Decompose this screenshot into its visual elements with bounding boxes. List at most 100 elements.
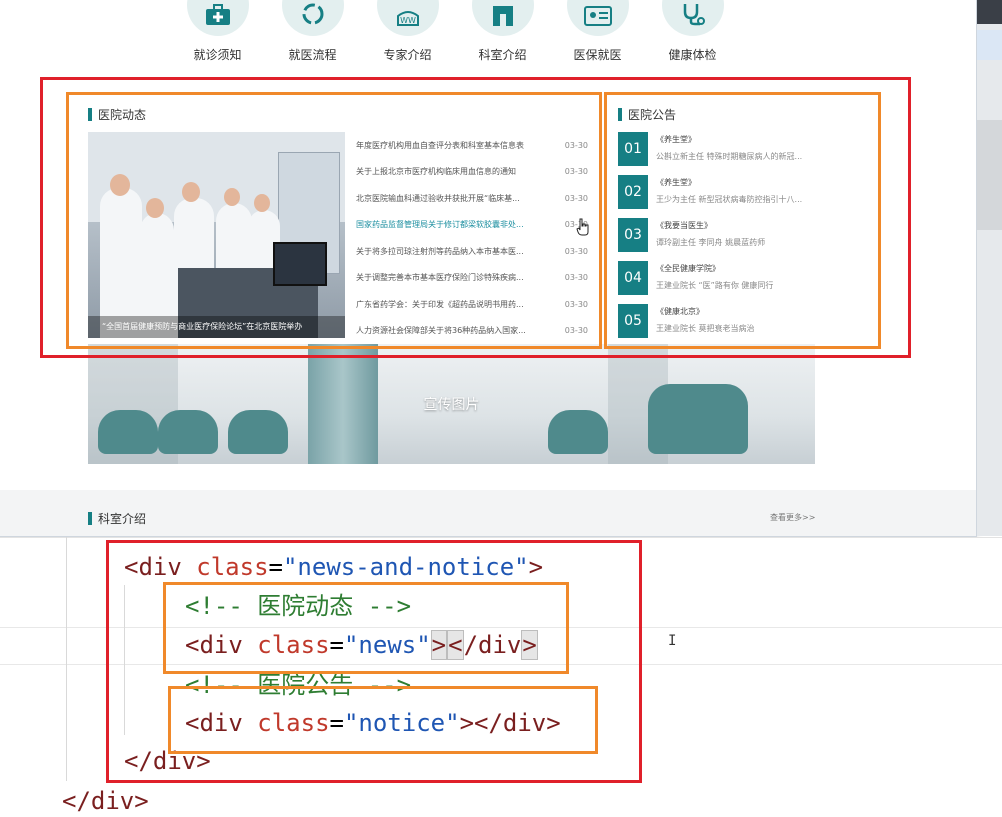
department-heading: 科室介绍 — [88, 510, 146, 527]
news-item[interactable]: 关于上报北京市医疗机构临床用血信息的通知 03-30 — [356, 159, 588, 186]
quick-nav-item-experts[interactable]: WW 专家介绍 — [360, 0, 455, 70]
department-title: 科室介绍 — [98, 512, 147, 526]
doctor-icon: WW — [376, 0, 439, 36]
news-item-title: 关于上报北京市医疗机构临床用血信息的通知 — [356, 167, 516, 177]
text-cursor-icon: I — [668, 633, 677, 649]
bracket-match: < — [447, 630, 464, 660]
quick-nav-label: 健康体检 — [668, 48, 717, 62]
photo-head — [254, 194, 270, 212]
notice-item[interactable]: 02 《养生堂》 王少为主任 新型冠状病毒防控指引十八... — [618, 175, 802, 218]
background-window-strip — [977, 0, 1002, 536]
notice-item[interactable]: 04 《全民健康学院》 王建业院长 “医”路有你 健康同行 — [618, 261, 802, 304]
notice-item-sub: 王建业院长 莫把衰老当病治 — [656, 324, 755, 333]
quick-nav-label: 就诊须知 — [193, 48, 242, 62]
stethoscope-icon — [661, 0, 724, 36]
notice-section: 医院公告 01 《养生堂》 公斟立新主任 特殊时期糖尿病人的新冠... 02 《养… — [618, 96, 878, 340]
code-token: = — [329, 631, 344, 659]
code-token: < — [185, 631, 200, 659]
quick-nav-item-process[interactable]: 就医流程 — [265, 0, 360, 70]
news-item-title: 北京医院输血科通过验收并获批开展“临床基... — [356, 193, 520, 203]
heading-bar — [88, 108, 92, 121]
strip-gray — [977, 120, 1002, 230]
quick-nav-item-checkup[interactable]: 健康体检 — [645, 0, 740, 70]
news-item-title: 广东省药学会：关于印发《超药品说明书用药... — [356, 299, 524, 309]
building-icon — [471, 0, 534, 36]
notice-text: 《我要当医生》谭玲副主任 李同舟 姚晨蓝药师 — [656, 218, 765, 248]
heading-bar — [618, 108, 622, 121]
notice-item-title: 《养生堂》 — [656, 135, 696, 144]
news-item-date: 03-30 — [564, 273, 588, 283]
code-token: ></div> — [459, 709, 561, 737]
svg-text:WW: WW — [400, 16, 416, 25]
strip-blue — [977, 30, 1002, 60]
notice-number: 05 — [618, 304, 648, 338]
news-item-title: 国家药品监督管理局关于修订都梁软胶囊非处... — [356, 220, 524, 230]
code-comment: <!-- 医院公告 --> — [185, 671, 412, 699]
quick-nav-label: 专家介绍 — [383, 48, 432, 62]
notice-text: 《全民健康学院》 王建业院长 “医”路有你 健康同行 — [656, 261, 773, 291]
news-title: 医院动态 — [98, 108, 147, 122]
news-item-date: 03-30 — [564, 167, 588, 177]
news-item-date: 03-30 — [564, 140, 588, 150]
quick-nav-item-departments[interactable]: 科室介绍 — [455, 0, 550, 70]
news-item[interactable]: 北京医院输血科通过验收并获批开展“临床基... 03-30 — [356, 185, 588, 212]
news-item-date: 03-30 — [564, 326, 588, 336]
news-item-date: 03-30 — [564, 193, 588, 203]
news-item-hovered[interactable]: 国家药品监督管理局关于修订都梁软胶囊非处... 03-30 — [356, 212, 588, 239]
code-token: </div> — [62, 787, 149, 815]
news-item[interactable]: 年度医疗机构用血自查评分表和科室基本信息表 03-30 — [356, 132, 588, 159]
code-token: div — [199, 631, 243, 659]
code-token: class — [196, 553, 269, 581]
news-item-title: 年度医疗机构用血自查评分表和科室基本信息表 — [356, 140, 524, 150]
notice-text: 《养生堂》公斟立新主任 特殊时期糖尿病人的新冠... — [656, 132, 802, 162]
code-line-4: <!-- 医院公告 --> — [185, 669, 411, 701]
code-token: = — [268, 553, 283, 581]
promo-banner[interactable]: 宣传图片 — [88, 344, 815, 464]
news-item[interactable]: 关于将多拉司琼注射剂等药品纳入本市基本医... 03-30 — [356, 238, 588, 265]
medical-kit-icon — [186, 0, 249, 36]
news-item-date: 03-30 — [564, 246, 588, 256]
code-line-6: </div> — [124, 745, 211, 777]
photo-head — [224, 188, 240, 206]
code-token: = — [329, 709, 344, 737]
code-token: > — [528, 553, 544, 581]
code-editor[interactable]: <div class="news-and-notice"> <!-- 医院动态 … — [0, 537, 1002, 817]
code-token: "news" — [343, 631, 431, 659]
photo-head — [110, 174, 130, 196]
notice-item-sub: 王少为主任 新型冠状病毒防控指引十八... — [656, 195, 803, 204]
notice-item-title: 《我要当医生》 — [656, 221, 712, 230]
notice-list: 01 《养生堂》 公斟立新主任 特殊时期糖尿病人的新冠... 02 《养生堂》 王少… — [618, 132, 802, 347]
code-line-2: <!-- 医院动态 --> — [185, 590, 411, 622]
code-token: </div> — [124, 747, 211, 775]
notice-item[interactable]: 03 《我要当医生》 谭玲副主任 李同舟 姚晨蓝药师 — [618, 218, 802, 261]
news-item[interactable]: 广东省药学会：关于印发《超药品说明书用药... 03-30 — [356, 291, 588, 318]
quick-nav-label: 科室介绍 — [478, 48, 527, 62]
notice-item[interactable]: 05 《健康北京》王建业院长 莫把衰老当病治 — [618, 304, 802, 347]
notice-text: 《健康北京》王建业院长 莫把衰老当病治 — [656, 304, 755, 334]
bracket-match: > — [521, 630, 538, 660]
notice-item-title: 《健康北京》 — [656, 307, 704, 316]
code-token: "news-and-notice" — [282, 553, 529, 581]
notice-title: 医院公告 — [628, 108, 677, 122]
quick-nav-item-notice[interactable]: 就诊须知 — [170, 0, 265, 70]
photo-monitor — [273, 242, 327, 286]
news-photo[interactable]: “全国首届健康预防与商业医疗保险论坛”在北京医院举办 — [88, 132, 345, 338]
news-item-date: 03-30 — [564, 299, 588, 309]
notice-item[interactable]: 01 《养生堂》公斟立新主任 特殊时期糖尿病人的新冠... — [618, 132, 802, 175]
cycle-icon — [281, 0, 344, 36]
code-token: div — [199, 709, 243, 737]
notice-number: 01 — [618, 132, 648, 166]
notice-item-sub: 王建业院长 “医”路有你 健康同行 — [656, 281, 774, 290]
notice-item-title: 《养生堂》 — [656, 178, 696, 187]
view-more-link[interactable]: 查看更多>> — [770, 512, 815, 523]
bracket-match: > — [430, 630, 448, 660]
code-token: /div — [463, 631, 522, 659]
notice-heading: 医院公告 — [618, 106, 676, 123]
code-token: class — [257, 631, 330, 659]
notice-item-sub: 公斟立新主任 特殊时期糖尿病人的新冠... — [656, 152, 803, 161]
news-item[interactable]: 人力资源社会保障部关于将36种药品纳入国家... 03-30 — [356, 318, 588, 345]
quick-nav-item-insurance[interactable]: 医保就医 — [550, 0, 645, 70]
notice-item-sub: 谭玲副主任 李同舟 姚晨蓝药师 — [656, 238, 766, 247]
code-line-3: <div class="news"></div> — [185, 629, 538, 661]
news-item[interactable]: 关于调整完善本市基本医疗保险门诊特殊疾病... 03-30 — [356, 265, 588, 292]
